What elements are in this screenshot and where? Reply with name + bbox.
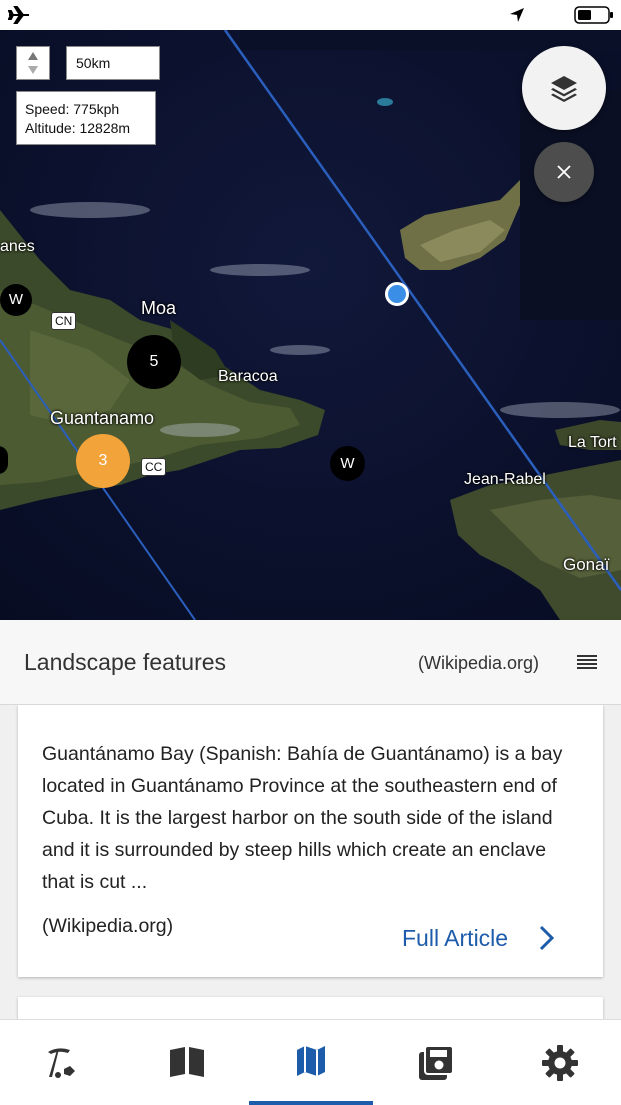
panel-header: Landscape features (Wikipedia.org)	[0, 620, 621, 705]
road-badge: CN	[51, 312, 77, 330]
altitude-readout: Altitude: 12828m	[25, 120, 131, 136]
gear-icon	[542, 1045, 578, 1081]
layers-button[interactable]	[522, 46, 606, 130]
flight-info-box: Speed: 775kph Altitude: 12828m	[16, 91, 156, 145]
map-view[interactable]: anes Moa Baracoa Guantanamo La Tort Jean…	[0, 30, 621, 620]
battery-icon	[574, 6, 613, 24]
save-icon	[419, 1045, 454, 1080]
full-article-link[interactable]: Full Article	[402, 925, 508, 952]
chevron-right-icon[interactable]	[536, 924, 556, 952]
tab-settings[interactable]	[497, 1020, 621, 1105]
wiki-marker[interactable]: W	[0, 284, 32, 316]
place-label: Baracoa	[218, 368, 278, 385]
location-arrow-icon	[510, 8, 524, 22]
feature-card[interactable]	[18, 997, 603, 1019]
pickaxe-icon	[48, 1048, 75, 1078]
place-label: Guantanamo	[50, 408, 155, 428]
place-label: Jean-Rabel	[464, 471, 546, 488]
place-label: anes	[0, 238, 35, 255]
place-label: La Tort	[568, 434, 617, 451]
feature-source: (Wikipedia.org)	[42, 915, 174, 937]
panel-source: (Wikipedia.org)	[418, 653, 540, 673]
cluster-marker[interactable]: 3	[76, 434, 130, 488]
close-map-button[interactable]	[534, 142, 594, 202]
road-badge: CC	[141, 458, 167, 476]
tab-map[interactable]	[249, 1020, 373, 1105]
feature-summary: Guantánamo Bay (Spanish: Bahía de Guantá…	[42, 743, 563, 893]
scale-indicator: 50km	[66, 46, 160, 80]
tab-tools[interactable]	[0, 1020, 124, 1105]
feature-card[interactable]: Guantánamo Bay (Spanish: Bahía de Guantá…	[18, 705, 603, 977]
map-icon	[297, 1046, 325, 1076]
close-icon	[557, 165, 571, 179]
airplane-icon	[8, 6, 29, 24]
cluster-marker[interactable]: 5	[127, 335, 181, 389]
current-position-marker	[385, 282, 409, 306]
book-icon	[170, 1047, 204, 1077]
tab-book[interactable]	[124, 1020, 248, 1105]
tab-saved[interactable]	[373, 1020, 497, 1105]
panel-title: Landscape features	[24, 649, 227, 675]
speed-readout: Speed: 775kph	[25, 101, 120, 117]
menu-icon[interactable]	[577, 654, 597, 670]
layers-icon	[551, 76, 577, 102]
place-label: Moa	[141, 298, 177, 318]
wiki-marker[interactable]: W	[330, 446, 365, 481]
active-tab-indicator	[249, 1101, 373, 1105]
zoom-toggle[interactable]	[16, 46, 50, 80]
place-label: Gonaï	[563, 555, 610, 574]
tab-bar	[0, 1019, 621, 1105]
status-bar	[0, 0, 621, 30]
feature-list[interactable]: Guantánamo Bay (Spanish: Bahía de Guantá…	[0, 705, 621, 1019]
zoom-arrows-icon	[28, 52, 38, 74]
